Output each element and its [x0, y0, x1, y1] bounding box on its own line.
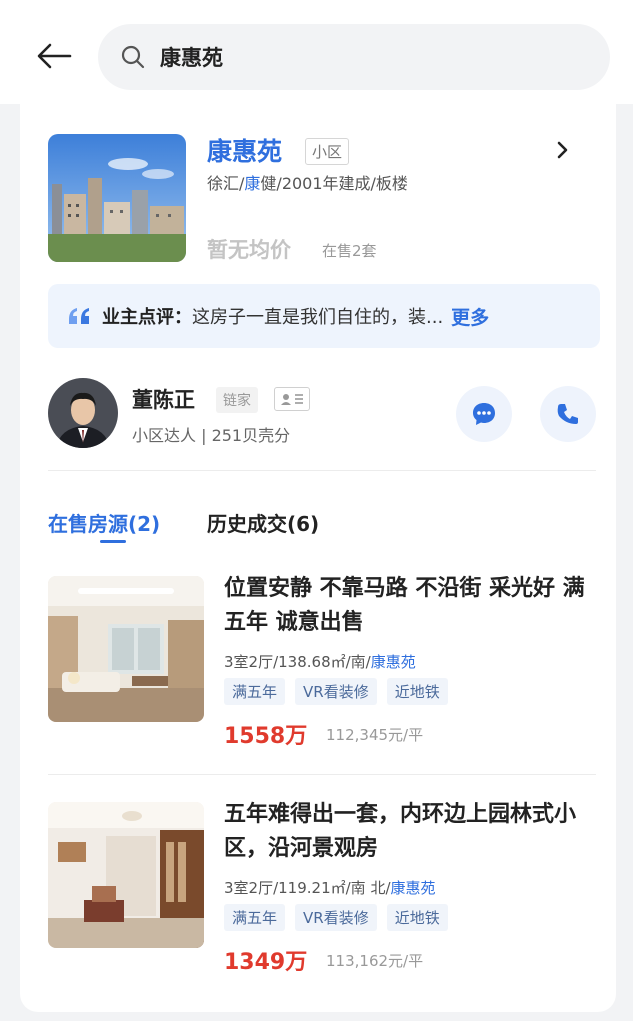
- agent-company-badge: 链家: [216, 387, 258, 413]
- back-arrow-icon: [37, 43, 72, 69]
- business-card-icon[interactable]: [274, 387, 310, 411]
- search-box[interactable]: [98, 24, 610, 90]
- listing-community-link[interactable]: 康惠苑: [371, 653, 416, 671]
- listing-unit-price: 112,345元/平: [326, 726, 424, 744]
- tag-vr-decor: VR看装修: [295, 678, 377, 705]
- listing-unit-price: 113,162元/平: [326, 952, 424, 970]
- tag-five-years: 满五年: [224, 678, 286, 705]
- review-more-link[interactable]: 更多: [451, 303, 489, 330]
- call-button[interactable]: [540, 386, 596, 442]
- community-district: 徐汇/: [207, 174, 245, 193]
- tab-history-deals[interactable]: 历史成交(6): [207, 508, 319, 537]
- community-name[interactable]: 康惠苑: [207, 132, 282, 168]
- tag-five-years: 满五年: [224, 904, 286, 931]
- listing-specs: 3室2厅/119.21㎡/南 北/: [224, 879, 391, 897]
- agent-avatar[interactable]: [48, 378, 118, 448]
- listing-card[interactable]: 五年难得出一套，内环边上园林式小区，沿河景观房 3室2厅/119.21㎡/南 北…: [20, 798, 616, 998]
- quote-icon: [69, 308, 89, 324]
- average-price: 暂无均价: [207, 238, 291, 262]
- listing-divider: [48, 774, 596, 775]
- active-tab-indicator: [100, 540, 126, 543]
- listing-meta: 3室2厅/138.68㎡/南/康惠苑: [224, 651, 416, 672]
- community-meta-highlight: 康: [244, 174, 261, 193]
- tag-near-metro: 近地铁: [386, 678, 448, 705]
- listing-tags: 满五年 VR看装修 近地铁: [224, 904, 448, 931]
- search-input[interactable]: [160, 45, 560, 69]
- listing-total-price: 1558万: [224, 724, 308, 749]
- tab-on-sale[interactable]: 在售房源(2): [48, 508, 160, 537]
- on-sale-count: 在售2套: [322, 242, 377, 260]
- listing-total-price: 1349万: [224, 950, 308, 975]
- chat-button[interactable]: [456, 386, 512, 442]
- back-button[interactable]: [30, 36, 78, 76]
- listing-specs: 3室2厅/138.68㎡/南/: [224, 653, 371, 671]
- top-bar: [0, 0, 633, 104]
- search-icon: [120, 42, 150, 72]
- review-label: 业主点评：: [102, 307, 192, 328]
- listing-card[interactable]: 位置安静 不靠马路 不沿街 采光好 满五年 诚意出售 3室2厅/138.68㎡/…: [20, 572, 616, 772]
- main-card: 康惠苑 小区 徐汇/康健/2001年建成/板楼 暂无均价 在售2套 业主点评： …: [20, 104, 616, 1012]
- listing-photo[interactable]: [48, 576, 204, 722]
- chat-bubble-icon: [473, 403, 495, 425]
- tag-vr-decor: VR看装修: [295, 904, 377, 931]
- community-meta: 徐汇/康健/2001年建成/板楼: [207, 170, 408, 194]
- listing-tags: 满五年 VR看装修 近地铁: [224, 678, 448, 705]
- listing-community-link[interactable]: 康惠苑: [391, 879, 436, 897]
- tag-near-metro: 近地铁: [386, 904, 448, 931]
- listing-title[interactable]: 五年难得出一套，内环边上园林式小区，沿河景观房: [224, 798, 594, 866]
- listing-title[interactable]: 位置安静 不靠马路 不沿街 采光好 满五年 诚意出售: [224, 572, 594, 640]
- agent-meta: 小区达人 | 251贝壳分: [132, 426, 291, 445]
- phone-icon: [557, 404, 578, 424]
- owner-review-bar[interactable]: 业主点评： 这房子一直是我们自住的，装... 更多: [48, 284, 600, 348]
- section-divider: [48, 470, 596, 471]
- community-type-tag: 小区: [305, 138, 350, 165]
- community-meta-rest: 健/2001年建成/板楼: [260, 174, 408, 193]
- review-text: 这房子一直是我们自住的，装...: [192, 307, 444, 328]
- listing-meta: 3室2厅/119.21㎡/南 北/康惠苑: [224, 877, 436, 898]
- community-photo[interactable]: [48, 134, 186, 262]
- chevron-right-icon[interactable]: [553, 138, 573, 162]
- listing-photo[interactable]: [48, 802, 204, 948]
- agent-name: 董陈正: [132, 388, 195, 412]
